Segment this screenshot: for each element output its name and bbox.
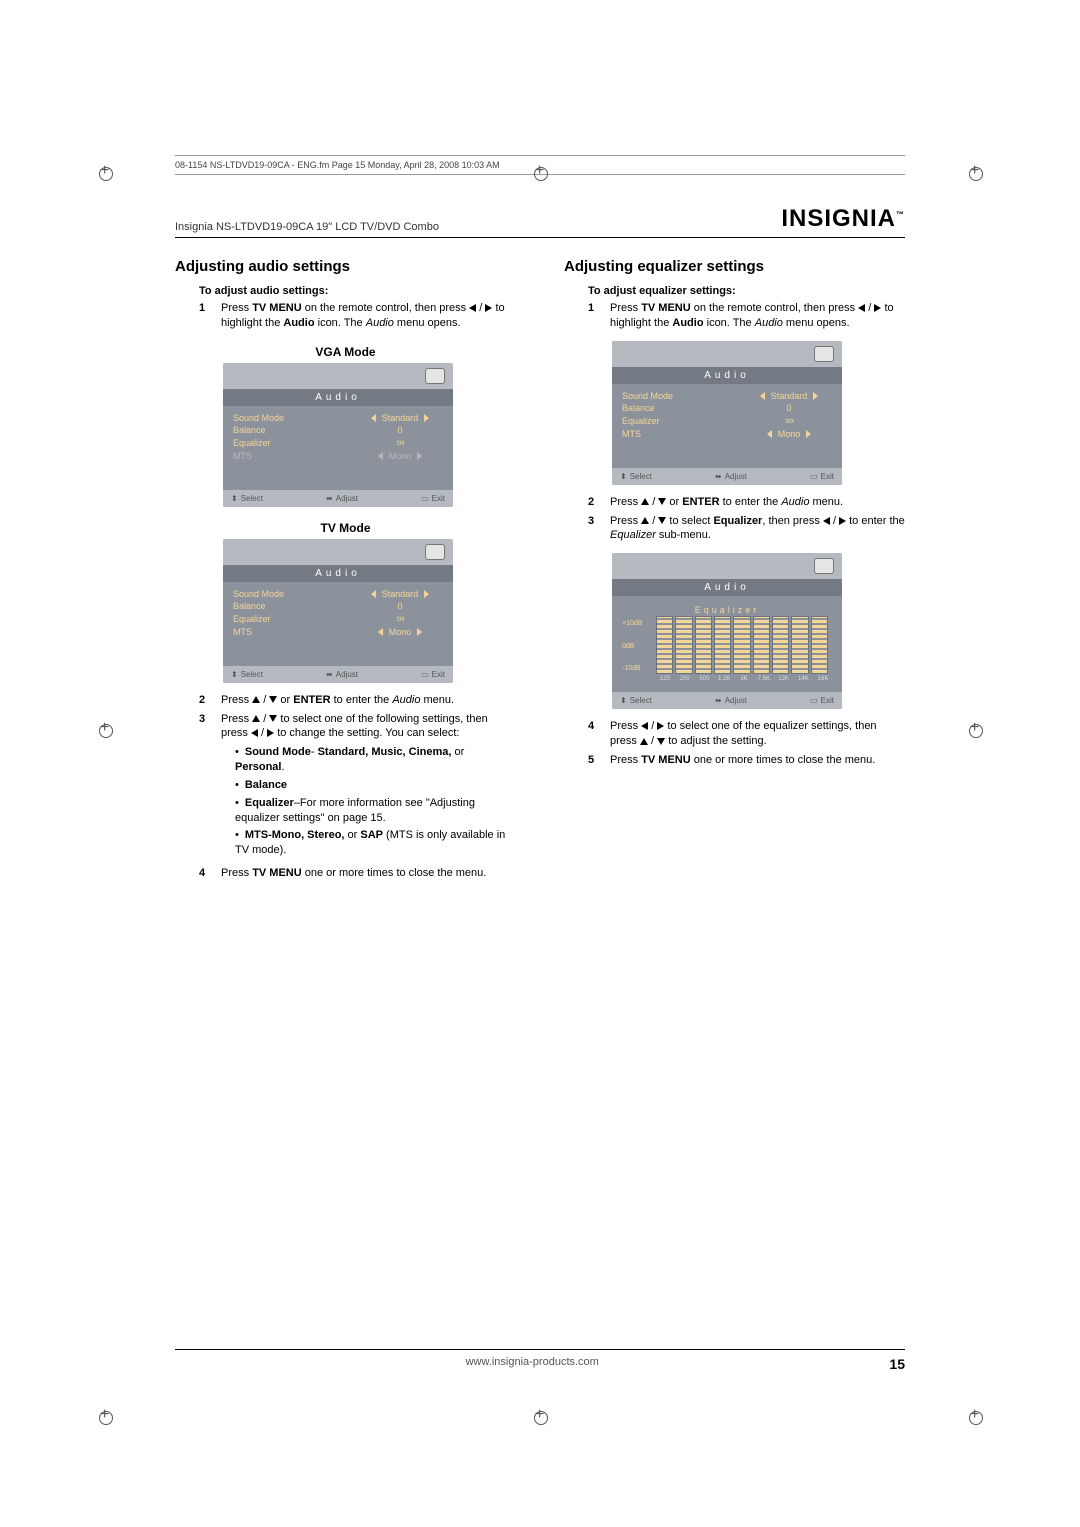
up-arrow-icon: [252, 696, 260, 703]
crop-mark-icon: [530, 163, 550, 183]
osd-speaker-icon: [814, 558, 834, 574]
left-arrow-icon: [469, 304, 476, 312]
crop-mark-icon: [965, 163, 985, 183]
bullet-balance: Balance: [235, 778, 516, 793]
osd-exit-hint: ▭ Exit: [421, 494, 445, 503]
osd-title: Audio: [223, 389, 453, 406]
page-number: 15: [889, 1356, 905, 1372]
section-heading-equalizer: Adjusting equalizer settings: [564, 258, 905, 275]
crop-mark-icon: [95, 720, 115, 740]
osd-screenshot-vga: Audio Sound ModeStandard Balance0 Equali…: [223, 363, 453, 507]
crop-mark-icon: [530, 1407, 550, 1427]
step-3: 3 Press / to select one of the following…: [199, 712, 516, 863]
step-1: 1 Press TV MENU on the remote control, t…: [588, 301, 905, 331]
osd-adjust-hint: ⬌ Adjust: [326, 494, 358, 503]
crop-mark-icon: [95, 1407, 115, 1427]
product-name: Insignia NS-LTDVD19-09CA 19" LCD TV/DVD …: [175, 221, 439, 233]
crop-mark-icon: [95, 163, 115, 183]
crop-mark-icon: [965, 1407, 985, 1427]
step-1: 1 Press TV MENU on the remote control, t…: [199, 301, 516, 331]
tv-mode-label: TV Mode: [175, 521, 516, 535]
manual-page: 08-1154 NS-LTDVD19-09CA - ENG.fm Page 15…: [0, 0, 1080, 1527]
osd-screenshot-tv: Audio Sound ModeStandard Balance0 Equali…: [223, 539, 453, 683]
doc-header: Insignia NS-LTDVD19-09CA 19" LCD TV/DVD …: [175, 205, 905, 238]
step-5: 5 Press TV MENU one or more times to clo…: [588, 753, 905, 768]
page-footer: www.insignia-products.com 15: [175, 1349, 905, 1372]
step-3: 3 Press / to select Equalizer, then pres…: [588, 514, 905, 544]
equalizer-graph: +10dB0dB-10dB: [622, 618, 832, 674]
osd-screenshot-eq2: Audio Equalizer +10dB0dB-10dB 1202005001…: [612, 553, 842, 709]
bullet-equalizer: Equalizer–For more information see "Adju…: [235, 796, 516, 826]
bullet-mts: MTS-Mono, Stereo, or SAP (MTS is only av…: [235, 828, 516, 858]
subhead-audio: To adjust audio settings:: [199, 285, 516, 297]
right-column: Adjusting equalizer settings To adjust e…: [564, 250, 905, 885]
crop-mark-icon: [965, 720, 985, 740]
step-4: 4 Press TV MENU one or more times to clo…: [199, 866, 516, 881]
osd-select-hint: ⬍ Select: [231, 494, 263, 503]
osd-speaker-icon: [814, 346, 834, 362]
step-4: 4 Press / to select one of the equalizer…: [588, 719, 905, 749]
subhead-eq: To adjust equalizer settings:: [588, 285, 905, 297]
footer-url: www.insignia-products.com: [466, 1356, 599, 1372]
bullet-sound-mode: Sound Mode- Standard, Music, Cinema, or …: [235, 745, 516, 775]
osd-speaker-icon: [425, 544, 445, 560]
vga-mode-label: VGA Mode: [175, 345, 516, 359]
step-2: 2 Press / or ENTER to enter the Audio me…: [588, 495, 905, 510]
section-heading-audio: Adjusting audio settings: [175, 258, 516, 275]
step-2: 2 Press / or ENTER to enter the Audio me…: [199, 693, 516, 708]
brand-logo: INSIGNIA™: [781, 205, 905, 233]
osd-speaker-icon: [425, 368, 445, 384]
osd-screenshot-eq1: Audio Sound ModeStandard Balance0 Equali…: [612, 341, 842, 485]
left-column: Adjusting audio settings To adjust audio…: [175, 250, 516, 885]
